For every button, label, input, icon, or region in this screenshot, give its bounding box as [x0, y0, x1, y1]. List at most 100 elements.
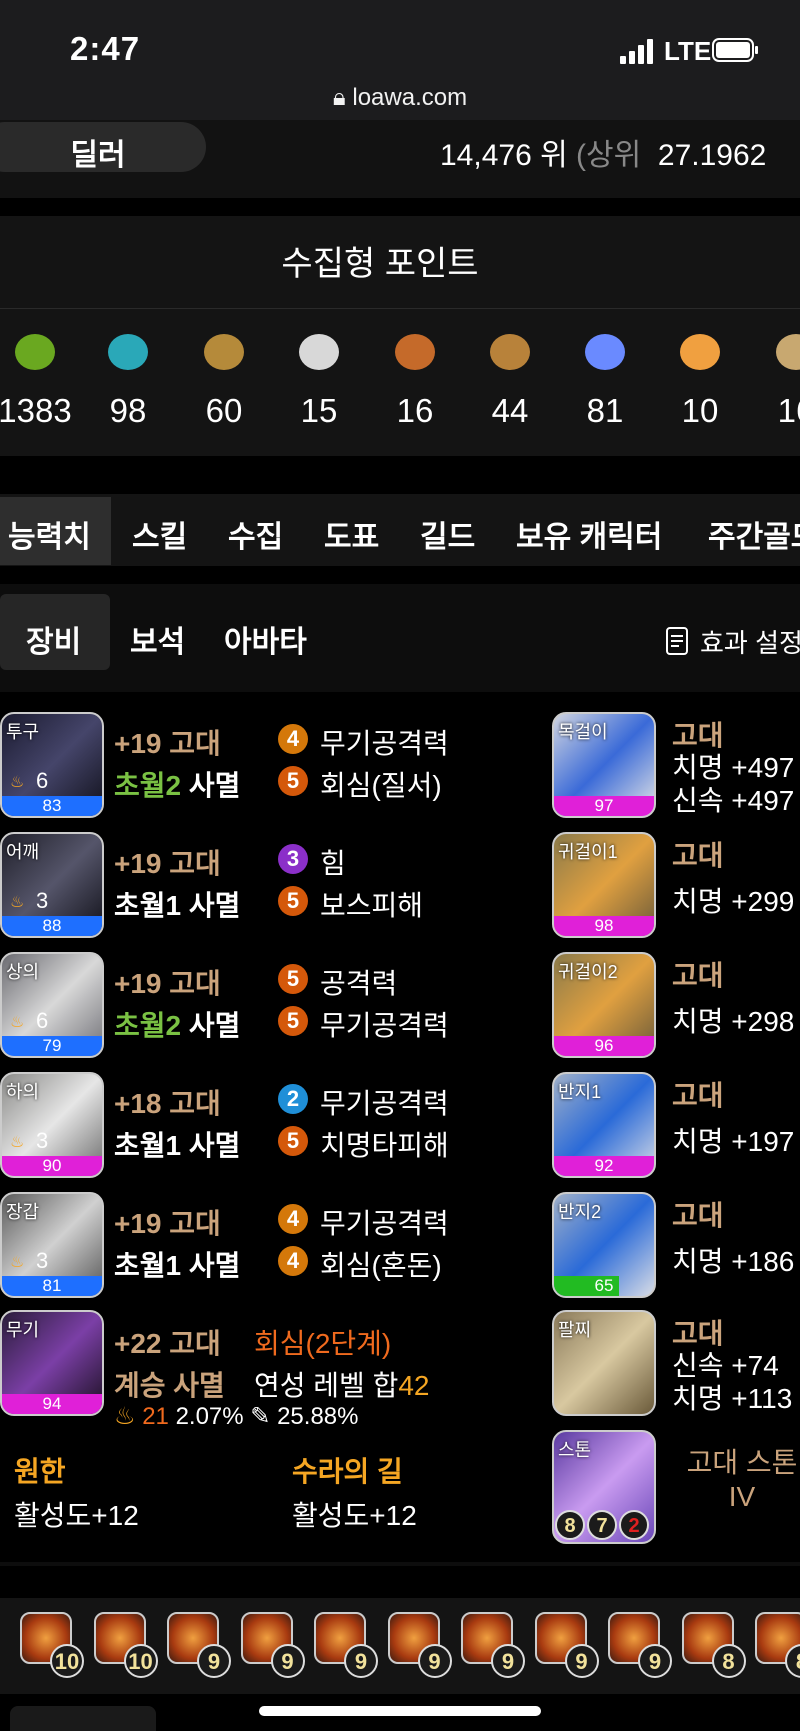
island-heart-icon	[98, 328, 158, 374]
slot-label: 귀걸이2	[558, 962, 618, 982]
effect-setting-button[interactable]: 효과 설정	[700, 623, 800, 660]
flame-level: 3	[36, 1248, 49, 1273]
item-transcend: 초월1 사멸	[114, 1244, 240, 1284]
engraving-level: 4	[278, 724, 308, 754]
stone-level: 2	[619, 1510, 649, 1540]
slot-label: 반지1	[558, 1082, 602, 1102]
accessory-tile[interactable]: 반지2 65	[552, 1192, 656, 1298]
crit-percent: 25.88%	[277, 1403, 359, 1430]
accessory-tile[interactable]: 귀걸이1 98	[552, 832, 656, 938]
rank-number: 14,476 위	[440, 139, 568, 172]
set-value-1: 활성도+12	[14, 1500, 139, 1531]
quality-value: 83	[42, 796, 62, 815]
accessory-tile[interactable]: 귀걸이2 96	[552, 952, 656, 1058]
flame-level: 3	[36, 888, 49, 913]
item-title: +18 고대	[114, 1088, 221, 1119]
collection-value: 1383	[0, 392, 72, 429]
collection-value: 60	[205, 392, 243, 429]
quality-bar: 94	[2, 1394, 102, 1414]
engraving-level: 2	[278, 1084, 308, 1114]
equipment-tile[interactable]: 장갑 ♨︎ 3 81	[0, 1192, 104, 1298]
engraving-name: 힘	[320, 848, 346, 879]
tab-stats[interactable]: 능력치	[8, 512, 91, 556]
tab-chart[interactable]: 도표	[324, 512, 379, 556]
tab-characters[interactable]: 보유 캐릭터	[516, 512, 662, 556]
tab-collection[interactable]: 수집	[228, 512, 283, 556]
home-indicator[interactable]	[259, 1706, 541, 1716]
accessory-stat: 치명 +113	[672, 1383, 793, 1414]
orgel-icon	[766, 328, 800, 374]
engraving-level: 4	[278, 1246, 308, 1276]
address-bar[interactable]: 🔒︎ loawa.com	[0, 84, 800, 112]
flame-level: 3	[36, 1128, 49, 1153]
gem-level: 10	[123, 1644, 158, 1678]
stone-name: 고대 스톤 IV	[680, 1446, 800, 1514]
slot-label: 하의	[6, 1082, 40, 1102]
engraving-name: 공격력	[320, 968, 398, 999]
collection-value: 16	[396, 392, 434, 429]
flame-icon: ♨︎	[10, 1134, 25, 1151]
collection-value: 10	[681, 392, 719, 429]
engraving-name: 무기공격력	[320, 1010, 449, 1041]
accessory-title: 고대	[672, 840, 724, 871]
weapon-effect: 회심(2단계)	[254, 1328, 392, 1359]
engraving-level: 5	[278, 1006, 308, 1036]
quality-bar: 81	[2, 1276, 102, 1296]
item-transcend: 초월2 사멸	[114, 1004, 240, 1044]
subtab-equipment[interactable]: 장비	[26, 617, 81, 661]
stone-level: 8	[555, 1510, 585, 1540]
weapon-tile[interactable]: 무기 94	[0, 1310, 104, 1416]
accessory-stat: 치명 +186	[672, 1246, 795, 1277]
engraving-level: 5	[278, 964, 308, 994]
accessory-tile[interactable]: 목걸이 97	[552, 712, 656, 818]
equipment-tile[interactable]: 어깨 ♨︎ 3 88	[0, 832, 104, 938]
orpheus-star-icon	[670, 328, 730, 374]
quality-value: 65	[594, 1276, 614, 1295]
mokoko-seed-icon	[5, 328, 65, 374]
set-name-1: 원한	[14, 1456, 66, 1487]
accessory-tile[interactable]: 팔찌	[552, 1310, 656, 1416]
weapon-stats: ♨︎ 21 2.07% ✎ 25.88%	[114, 1402, 358, 1431]
stone-name-line1: 고대 스톤	[686, 1447, 798, 1478]
role-label: 딜러	[70, 139, 126, 172]
slot-label: 귀걸이1	[558, 842, 618, 862]
collection-title: 수집형 포인트	[281, 245, 479, 283]
equipment-tile[interactable]: 투구 ♨︎ 6 83	[0, 712, 104, 818]
equipment-tile[interactable]: 하의 ♨︎ 3 90	[0, 1072, 104, 1178]
accessory-stat: 치명 +197	[672, 1126, 795, 1157]
flame-icon: ♨︎	[10, 1254, 25, 1271]
item-transcend: 초월2 사멸	[114, 764, 240, 804]
ignea-token-icon	[385, 328, 445, 374]
accessory-tile[interactable]: 반지1 92	[552, 1072, 656, 1178]
quality-bar: 92	[554, 1156, 654, 1176]
rank-percent: 27.1962	[657, 139, 767, 172]
engraving-name: 무기공격력	[320, 1088, 449, 1119]
document-icon[interactable]	[666, 627, 688, 655]
quality-bar: 83	[2, 796, 102, 816]
tab-guild[interactable]: 길드	[420, 512, 475, 556]
quality-value: 97	[594, 796, 614, 815]
collection-value: 98	[109, 392, 147, 429]
engraving-name: 무기공격력	[320, 1208, 449, 1239]
transcend-level: 초월2	[114, 770, 182, 801]
tab-weekly-gold[interactable]: 주간골드	[708, 512, 800, 556]
subtab-avatar[interactable]: 아바타	[224, 617, 307, 661]
flame-level: 21	[142, 1403, 169, 1430]
voyage-telescope-icon	[480, 328, 540, 374]
slot-label: 팔찌	[558, 1320, 592, 1340]
gem-level: 9	[270, 1644, 305, 1678]
item-title: +19 고대	[114, 728, 221, 759]
engraving-level: 5	[278, 1126, 308, 1156]
rank-paren: (상위	[576, 139, 642, 172]
subtab-gems[interactable]: 보석	[130, 617, 185, 661]
quality-bar: 90	[2, 1156, 102, 1176]
equipment-tile[interactable]: 상의 ♨︎ 6 79	[0, 952, 104, 1058]
transcend-level: 초월1	[114, 1250, 182, 1281]
flame-icon: ♨︎	[10, 894, 25, 911]
gem-level: 9	[417, 1644, 452, 1678]
tab-skills[interactable]: 스킬	[132, 512, 187, 556]
item-title: +19 고대	[114, 848, 221, 879]
transcend-level: 초월2	[114, 1010, 182, 1041]
gem-level: 9	[344, 1644, 378, 1678]
divider	[0, 308, 800, 309]
